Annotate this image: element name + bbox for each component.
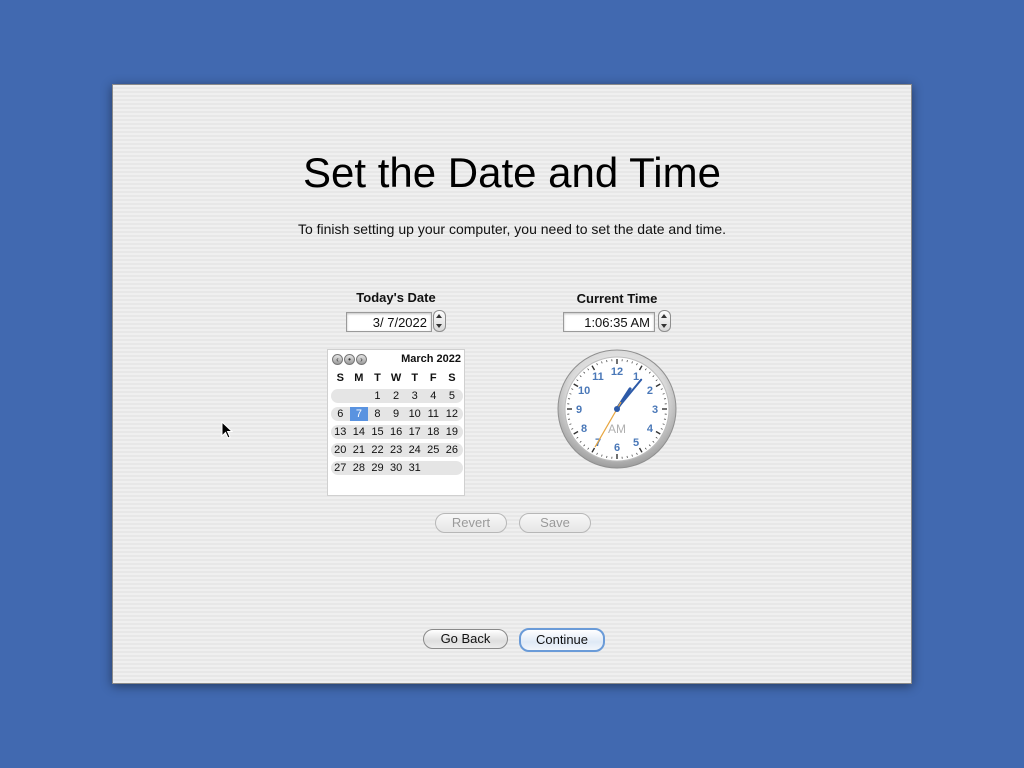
calendar-day[interactable]: 25 xyxy=(424,443,443,457)
weekday-label: W xyxy=(390,372,402,384)
setup-assistant-panel: Set the Date and Time To finish setting … xyxy=(112,84,912,684)
weekday-header: SMTWTFS xyxy=(331,371,463,385)
weekday-label: S xyxy=(336,372,344,384)
calendar-day[interactable]: 9 xyxy=(387,407,406,421)
weekday-label: T xyxy=(374,372,381,384)
calendar-day[interactable]: 19 xyxy=(443,425,462,439)
clock-numeral: 12 xyxy=(611,366,623,378)
calendar-day[interactable]: 29 xyxy=(368,461,387,475)
clock-numeral: 10 xyxy=(578,385,590,397)
calendar-week-row: 20 21 22 23 24 25 26 xyxy=(331,443,463,457)
calendar-day[interactable]: 10 xyxy=(405,407,424,421)
calendar-day[interactable]: 24 xyxy=(405,443,424,457)
current-time-label: Current Time xyxy=(576,291,658,306)
calendar-day[interactable]: 15 xyxy=(368,425,387,439)
calendar-day[interactable]: 12 xyxy=(443,407,462,421)
calendar-day[interactable]: 16 xyxy=(387,425,406,439)
calendar-day[interactable]: 4 xyxy=(424,389,443,403)
save-button[interactable]: Save xyxy=(519,513,591,533)
calendar-day[interactable]: 1 xyxy=(368,389,387,403)
page-title: Set the Date and Time xyxy=(303,149,721,196)
calendar-day[interactable]: 28 xyxy=(350,461,369,475)
calendar-day[interactable]: 21 xyxy=(350,443,369,457)
calendar-week-row: 13 14 15 16 17 18 19 xyxy=(331,425,463,439)
today-dot-icon[interactable]: • xyxy=(344,354,355,365)
arrow-right-icon[interactable]: › xyxy=(356,354,367,365)
weekday-label: F xyxy=(429,372,437,384)
stepper-down-icon[interactable] xyxy=(436,324,442,328)
calendar-day[interactable]: 20 xyxy=(331,443,350,457)
clock-numeral: 5 xyxy=(633,437,639,449)
calendar-day[interactable]: 27 xyxy=(331,461,350,475)
calendar-day[interactable]: 13 xyxy=(331,425,350,439)
weekday-label: M xyxy=(354,372,364,384)
clock-period-label: AM xyxy=(608,422,626,436)
revert-button[interactable]: Revert xyxy=(435,513,507,533)
time-stepper[interactable] xyxy=(658,310,671,332)
calendar-day-selected[interactable]: 7 xyxy=(349,407,369,421)
todays-date-label: Today's Date xyxy=(356,290,436,305)
weekday-label: S xyxy=(448,372,456,384)
date-stepper[interactable] xyxy=(433,310,446,332)
calendar-week-row: 6 7 8 9 10 11 12 xyxy=(331,407,463,421)
calendar-day[interactable]: 22 xyxy=(368,443,387,457)
continue-button[interactable]: Continue xyxy=(519,628,605,652)
calendar-day[interactable]: 8 xyxy=(368,407,387,421)
time-field[interactable]: 1:06:35 AM xyxy=(563,312,655,332)
stepper-down-icon[interactable] xyxy=(661,324,667,328)
arrow-left-icon[interactable]: ‹ xyxy=(332,354,343,365)
clock-numeral: 8 xyxy=(581,423,587,435)
calendar-day[interactable]: 18 xyxy=(424,425,443,439)
analog-clock: 121234567891011 AM xyxy=(557,349,677,469)
page-subtitle: To finish setting up your computer, you … xyxy=(297,221,727,237)
calendar-day[interactable]: 26 xyxy=(443,443,462,457)
calendar-day[interactable]: 31 xyxy=(405,461,424,475)
calendar-day[interactable]: 3 xyxy=(405,389,424,403)
clock-numeral: 6 xyxy=(614,442,620,454)
clock-numeral: 2 xyxy=(647,385,653,397)
calendar-month-label: March 2022 xyxy=(401,353,461,365)
go-back-button[interactable]: Go Back xyxy=(423,629,508,649)
calendar-week-row: 27 28 29 30 31 xyxy=(331,461,463,475)
clock-numeral: 3 xyxy=(652,404,658,416)
calendar-day[interactable]: 17 xyxy=(405,425,424,439)
clock-numeral: 9 xyxy=(576,404,582,416)
calendar-day[interactable]: 11 xyxy=(424,407,443,421)
calendar[interactable]: ‹ • › March 2022 SMTWTFS 1 2 3 4 5 6 7 8 9 10 11 12… xyxy=(327,349,465,496)
calendar-day[interactable]: 2 xyxy=(387,389,406,403)
stepper-up-icon[interactable] xyxy=(436,314,442,318)
clock-center-pin xyxy=(614,406,620,412)
clock-numeral: 11 xyxy=(592,371,604,383)
clock-numeral: 4 xyxy=(647,423,654,435)
stepper-up-icon[interactable] xyxy=(661,314,667,318)
date-field[interactable]: 3/ 7/2022 xyxy=(346,312,432,332)
weekday-label: T xyxy=(411,372,419,384)
calendar-day[interactable]: 30 xyxy=(387,461,406,475)
calendar-day[interactable]: 14 xyxy=(350,425,369,439)
calendar-day[interactable]: 23 xyxy=(387,443,406,457)
mouse-pointer-icon xyxy=(221,421,233,439)
calendar-day[interactable]: 6 xyxy=(331,407,350,421)
clock-numeral: 1 xyxy=(633,371,639,383)
calendar-day[interactable]: 5 xyxy=(443,389,462,403)
calendar-week-row: 12345 xyxy=(331,389,463,403)
